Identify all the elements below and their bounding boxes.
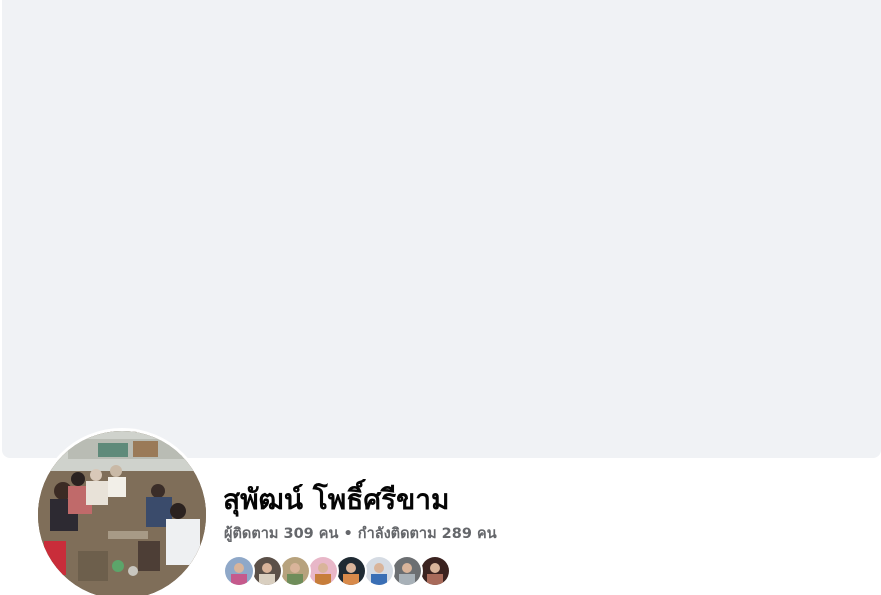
mutual-friends-avatars [223, 555, 451, 587]
following-link[interactable]: กำลังติดตาม 289 คน [358, 526, 497, 542]
cover-photo[interactable] [2, 0, 881, 458]
friend-avatar-3[interactable] [279, 555, 311, 587]
friend-avatar-7[interactable] [391, 555, 423, 587]
profile-page: สุพัฒน์ โพธิ์ศรีขาม ผู้ติดตาม 309 คน • ก… [0, 0, 881, 595]
stats-separator: • [338, 526, 358, 542]
follow-stats: ผู้ติดตาม 309 คน • กำลังติดตาม 289 คน [224, 524, 497, 544]
profile-name: สุพัฒน์ โพธิ์ศรีขาม [223, 483, 450, 516]
profile-photo-image [38, 431, 206, 595]
friend-avatar-1[interactable] [223, 555, 255, 587]
friend-avatar-2[interactable] [251, 555, 283, 587]
friend-avatar-5[interactable] [335, 555, 367, 587]
friend-avatar-8[interactable] [419, 555, 451, 587]
friend-avatar-6[interactable] [363, 555, 395, 587]
profile-picture[interactable] [35, 428, 209, 595]
friend-avatar-4[interactable] [307, 555, 339, 587]
followers-link[interactable]: ผู้ติดตาม 309 คน [224, 526, 338, 542]
